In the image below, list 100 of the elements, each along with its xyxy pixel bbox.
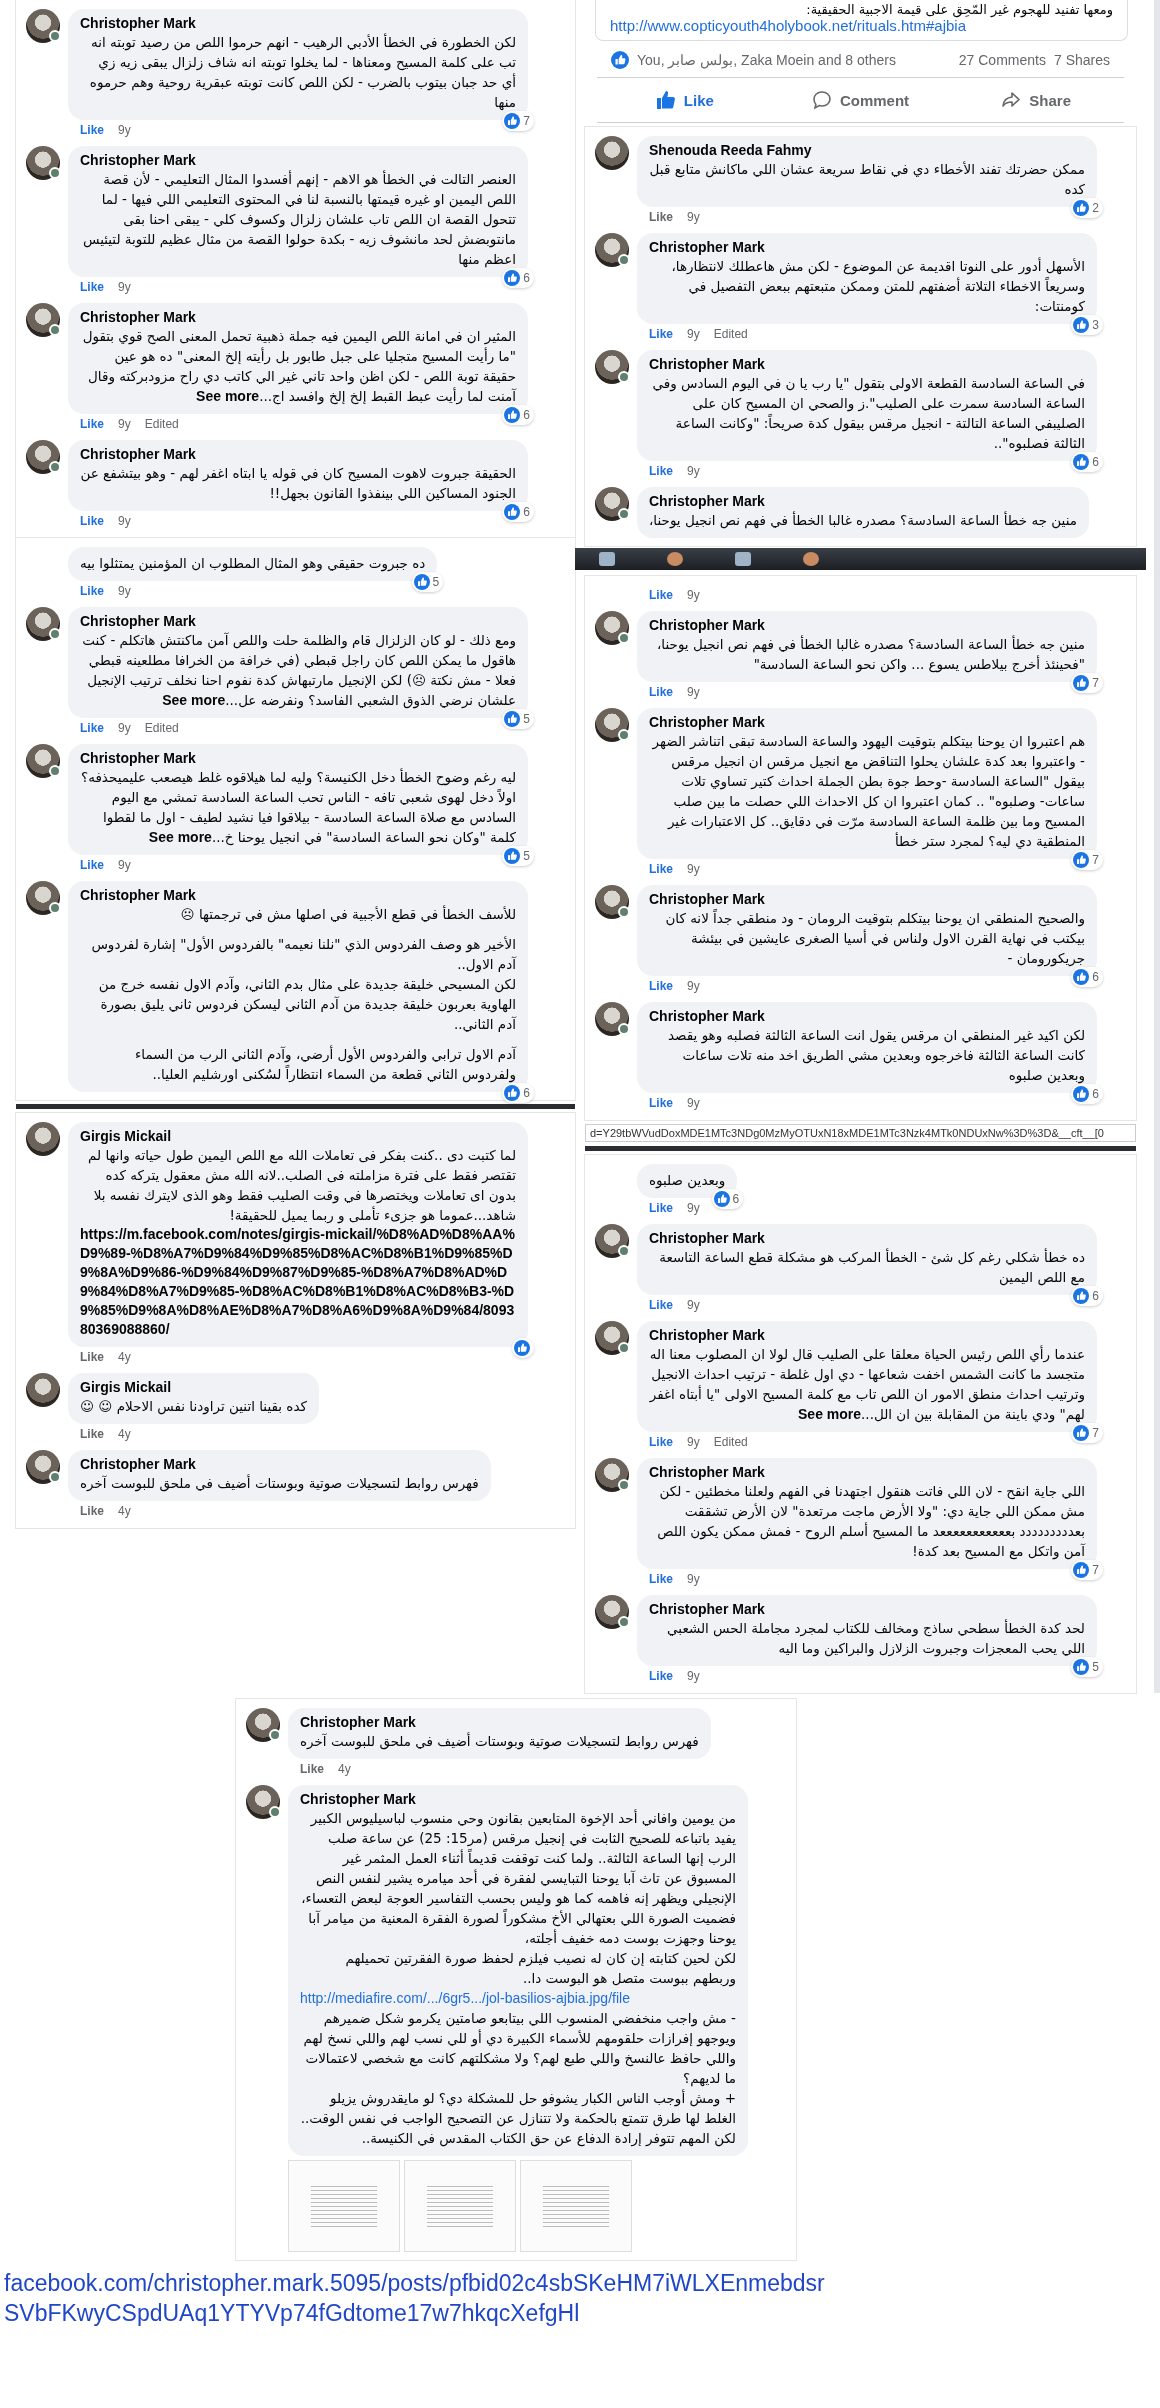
comment-author[interactable]: Christopher Mark [649,356,1085,372]
reaction-badge[interactable]: 5 [411,572,444,592]
reaction-badge[interactable]: 6 [1071,967,1103,987]
post-link[interactable]: http://www.copticyouth4holybook.net/rituals.htm#ajbia [610,17,1113,34]
comment-author[interactable]: Christopher Mark [80,15,516,31]
like-link[interactable]: Like [649,1435,673,1449]
comment-time[interactable]: 4y [118,1350,131,1364]
comment-author[interactable]: Christopher Mark [649,891,1085,907]
comment-time[interactable]: 9y [118,514,131,528]
reaction-badge[interactable]: 2 [1071,198,1103,218]
reaction-badge[interactable]: 6 [502,1083,534,1103]
comment-time[interactable]: 9y [118,280,131,294]
like-link[interactable]: Like [80,417,104,431]
avatar[interactable] [595,487,629,521]
comment-button[interactable]: Comment [772,82,949,118]
like-link[interactable]: Like [80,1427,104,1441]
avatar[interactable] [595,1321,629,1355]
comment-author[interactable]: Christopher Mark [649,1327,1085,1343]
comment-time[interactable]: 9y [687,1572,700,1586]
reaction-badge[interactable]: 6 [1071,452,1103,472]
reactors-text[interactable]: You, بولس صابر, Zaka Moein and 8 others [637,52,951,68]
comment-time[interactable]: 9y [687,979,700,993]
comment-author[interactable]: Christopher Mark [649,493,1077,509]
comment-author[interactable]: Christopher Mark [80,446,516,462]
like-link[interactable]: Like [649,1298,673,1312]
see-more-link[interactable]: See more [196,388,260,404]
like-link[interactable]: Like [649,1669,673,1683]
see-more-link[interactable]: See more [162,692,226,708]
comment-author[interactable]: Christopher Mark [649,1008,1085,1024]
avatar[interactable] [26,9,60,43]
like-link[interactable]: Like [649,979,673,993]
reaction-badge[interactable]: 5 [502,846,534,866]
share-button[interactable]: Share [948,82,1124,118]
avatar[interactable] [595,885,629,919]
comment-time[interactable]: 9y [687,327,700,341]
reaction-badge[interactable]: 3 [1071,315,1103,335]
comment-time[interactable]: 4y [118,1504,131,1518]
like-link[interactable]: Like [649,1201,673,1215]
avatar[interactable] [26,1450,60,1484]
comment-author[interactable]: Christopher Mark [300,1791,736,1807]
see-more-link[interactable]: See more [148,829,212,845]
comment-time[interactable]: 9y [687,210,700,224]
comment-author[interactable]: Christopher Mark [649,1230,1085,1246]
avatar[interactable] [595,1224,629,1258]
comment-time[interactable]: 9y [687,464,700,478]
comment-time[interactable]: 9y [687,685,700,699]
like-link[interactable]: Like [649,1572,673,1586]
like-link[interactable]: Like [649,862,673,876]
reaction-badge[interactable]: 6 [502,405,534,425]
avatar[interactable] [595,1002,629,1036]
comment-author[interactable]: Shenouda Reeda Fahmy [649,142,1085,158]
reaction-badge[interactable]: 7 [502,111,534,131]
like-link[interactable]: Like [649,588,673,602]
avatar[interactable] [595,611,629,645]
avatar[interactable] [246,1708,280,1742]
avatar[interactable] [26,440,60,474]
comment-time[interactable]: 9y [118,721,131,735]
like-link[interactable]: Like [649,327,673,341]
like-link[interactable]: Like [80,858,104,872]
see-more-link[interactable]: See more [798,1406,862,1422]
shares-count[interactable]: 7 Shares [1053,52,1110,68]
comment-link[interactable]: https://m.facebook.com/notes/girgis-mickail/%D8%AD%D8%AA%D9%89-%D8%A7%D9%84%D9%85%D8%AC%D8%B1%D9%85%D9%8A%D9%86-%D9%84%D9%87%D9%85-%D8%A7%D8%AD%D9%84%D8%A7%D9%85-%D8%AC%D8%B1%D8%AC%D8%B3-%D9%85%D9%8A%D8%AE%D8%A7%D8%A6%D9%8A%D9%84/809380369088860/ [80,1225,516,1339]
comment-author[interactable]: Girgis Mickail [80,1128,516,1144]
comment-time[interactable]: 9y [687,1298,700,1312]
like-link[interactable]: Like [80,514,104,528]
avatar[interactable] [26,744,60,778]
avatar[interactable] [246,1785,280,1819]
like-link[interactable]: Like [649,210,673,224]
reaction-badge[interactable]: 6 [502,502,534,522]
like-link[interactable]: Like [80,1350,104,1364]
avatar[interactable] [26,881,60,915]
comment-author[interactable]: Christopher Mark [649,1464,1085,1480]
comment-author[interactable]: Christopher Mark [80,152,516,168]
avatar[interactable] [26,146,60,180]
comment-time[interactable]: 9y [687,588,700,602]
comment-author[interactable]: Christopher Mark [649,617,1085,633]
comment-author[interactable]: Christopher Mark [649,239,1085,255]
reaction-badge[interactable]: 5 [502,709,534,729]
avatar[interactable] [26,303,60,337]
reaction-badge[interactable]: 7 [1071,1423,1103,1443]
reaction-badge[interactable]: 6 [711,1189,744,1209]
comment-author[interactable]: Christopher Mark [80,309,516,325]
comment-author[interactable]: Christopher Mark [80,887,516,903]
comment-author[interactable]: Christopher Mark [80,1456,479,1472]
like-link[interactable]: Like [649,685,673,699]
reaction-badge[interactable]: 6 [1071,1084,1103,1104]
app-icon[interactable] [667,552,683,566]
comment-time[interactable]: 9y [687,1435,700,1449]
like-link[interactable]: Like [80,721,104,735]
avatar[interactable] [26,607,60,641]
document-thumbnail[interactable] [288,2160,400,2252]
avatar[interactable] [595,708,629,742]
reaction-badge[interactable]: 5 [1071,1657,1103,1677]
reaction-badge[interactable]: 7 [1071,1560,1103,1580]
like-link[interactable]: Like [649,464,673,478]
like-button[interactable]: Like [597,82,773,118]
comment-time[interactable]: 9y [687,862,700,876]
avatar[interactable] [595,233,629,267]
like-link[interactable]: Like [80,280,104,294]
document-thumbnail[interactable] [404,2160,516,2252]
